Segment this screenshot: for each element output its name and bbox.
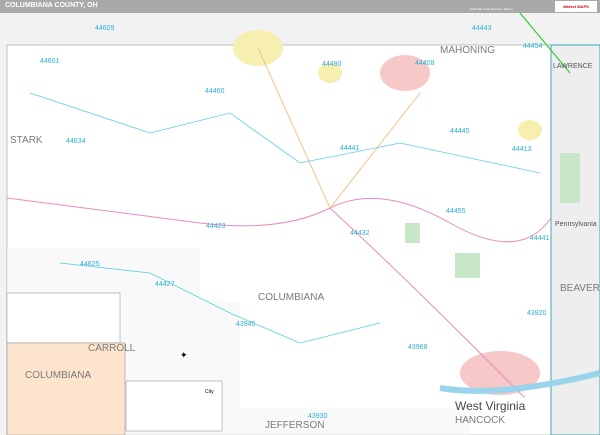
legend-city-label: City [205, 389, 214, 395]
state-label: West Virginia [455, 399, 526, 413]
zip-label: 43920 [527, 310, 547, 317]
county-label: COLUMBIANA [258, 292, 324, 303]
county-label: BEAVER [560, 283, 600, 294]
zip-label: 44441 [340, 145, 360, 152]
county-label: HANCOCK [455, 415, 505, 426]
zip-label: 44408 [415, 60, 435, 67]
zip-label: 43968 [408, 344, 428, 351]
zip-label: 44625 [80, 261, 100, 268]
zip-label: 44460 [205, 88, 225, 95]
county-label: LAWRENCE [553, 63, 593, 70]
zip-label: 43945 [236, 321, 256, 328]
zip-label: 44413 [512, 146, 532, 153]
zip-label: 44441 [530, 235, 550, 242]
inset-county-label: COLUMBIANA [25, 370, 91, 381]
state-label: Pennsylvania [555, 221, 597, 228]
county-label: STARK [10, 135, 43, 146]
zip-label: 44490 [322, 61, 342, 68]
city-index-table [6, 292, 121, 344]
zip-label: 44601 [40, 58, 60, 65]
logo: Market MAPS [555, 1, 597, 12]
zip-label: 44427 [155, 281, 175, 288]
map-title: COLUMBIANA COUNTY, OH [5, 2, 98, 9]
zip-label: 44432 [350, 230, 370, 237]
county-label: MAHONING [440, 45, 495, 56]
map-canvas[interactable]: ✦ 44609 44601 44460 44490 44408 44443 44… [0, 13, 600, 435]
zip-label: 44454 [523, 43, 543, 50]
zip-label: 44455 [446, 208, 466, 215]
inset-map [6, 342, 126, 435]
edition-label: 2026 ZIP Code Premium Edition [470, 7, 513, 11]
zip-label: 44423 [206, 223, 226, 230]
zip-label: 44443 [472, 25, 492, 32]
zip-label: 44445 [450, 128, 470, 135]
zip-label: 44634 [66, 138, 86, 145]
zip-label: 43930 [308, 413, 328, 420]
county-label: CARROLL [88, 343, 136, 354]
zip-label: 44609 [95, 25, 115, 32]
county-label: JEFFERSON [265, 420, 324, 431]
compass-rose-icon: ✦ [180, 350, 188, 360]
header-bar: COLUMBIANA COUNTY, OH 2026 ZIP Code Prem… [0, 0, 600, 13]
